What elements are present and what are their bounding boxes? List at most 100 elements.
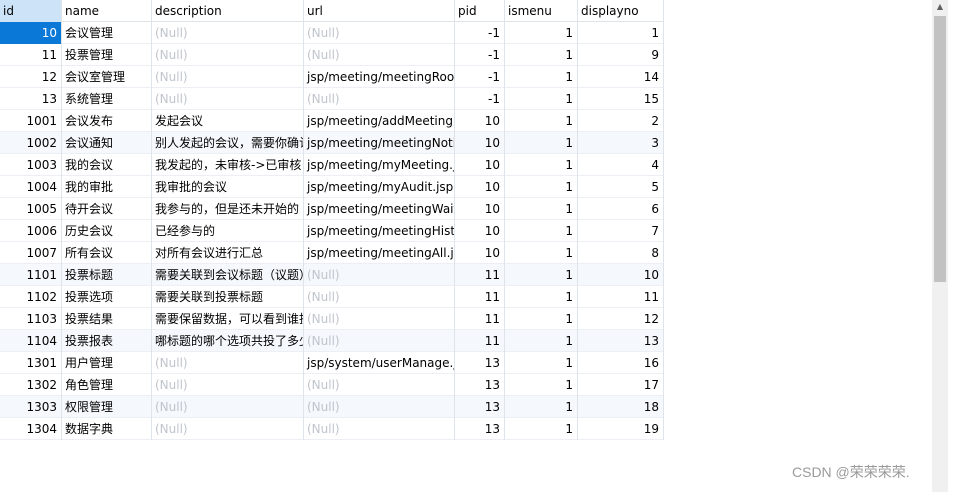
cell-pid[interactable]: 10 (455, 110, 505, 132)
cell-description[interactable]: 需要关联到投票标题 (152, 286, 304, 308)
table-row[interactable]: 1001 会议发布 发起会议 jsp/meeting/addMeeting. 10 1 2 (0, 110, 664, 132)
cell-description[interactable]: 对所有会议进行汇总 (152, 242, 304, 264)
cell-description[interactable]: (Null) (152, 88, 304, 110)
cell-pid[interactable]: 10 (455, 198, 505, 220)
cell-ismenu[interactable]: 1 (505, 396, 578, 418)
table-row[interactable]: 1303 权限管理 (Null) (Null) 13 1 18 (0, 396, 664, 418)
cell-pid[interactable]: 11 (455, 286, 505, 308)
cell-id[interactable]: 1104 (0, 330, 62, 352)
cell-name[interactable]: 投票结果 (62, 308, 152, 330)
cell-url[interactable]: jsp/meeting/myMeeting.js (304, 154, 455, 176)
cell-name[interactable]: 历史会议 (62, 220, 152, 242)
cell-url[interactable]: jsp/meeting/meetingWait (304, 198, 455, 220)
cell-name[interactable]: 系统管理 (62, 88, 152, 110)
data-grid[interactable]: id name description url pid ismenu displ… (0, 0, 664, 440)
cell-ismenu[interactable]: 1 (505, 176, 578, 198)
cell-pid[interactable]: 11 (455, 264, 505, 286)
table-row[interactable]: 1002 会议通知 别人发起的会议，需要你确认 jsp/meeting/meeting… (0, 132, 664, 154)
cell-displayno[interactable]: 3 (578, 132, 664, 154)
cell-displayno[interactable]: 9 (578, 44, 664, 66)
cell-url[interactable]: jsp/meeting/meetingRoor (304, 66, 455, 88)
cell-description[interactable]: 已经参与的 (152, 220, 304, 242)
table-row[interactable]: 10 会议管理 (Null) (Null) -1 1 1 (0, 22, 664, 44)
cell-description[interactable]: (Null) (152, 396, 304, 418)
column-header-pid[interactable]: pid (455, 0, 505, 22)
cell-displayno[interactable]: 4 (578, 154, 664, 176)
cell-id[interactable]: 1103 (0, 308, 62, 330)
cell-pid[interactable]: -1 (455, 44, 505, 66)
cell-description[interactable]: (Null) (152, 22, 304, 44)
cell-pid[interactable]: 13 (455, 396, 505, 418)
cell-displayno[interactable]: 12 (578, 308, 664, 330)
cell-description[interactable]: (Null) (152, 374, 304, 396)
cell-id[interactable]: 1303 (0, 396, 62, 418)
cell-description[interactable]: 我审批的会议 (152, 176, 304, 198)
cell-description[interactable]: 哪标题的哪个选项共投了多少 (152, 330, 304, 352)
cell-id[interactable]: 1302 (0, 374, 62, 396)
cell-pid[interactable]: 10 (455, 176, 505, 198)
cell-displayno[interactable]: 13 (578, 330, 664, 352)
cell-id[interactable]: 11 (0, 44, 62, 66)
cell-pid[interactable]: -1 (455, 22, 505, 44)
cell-ismenu[interactable]: 1 (505, 264, 578, 286)
cell-id[interactable]: 12 (0, 66, 62, 88)
cell-pid[interactable]: 10 (455, 132, 505, 154)
cell-displayno[interactable]: 16 (578, 352, 664, 374)
cell-id[interactable]: 1002 (0, 132, 62, 154)
cell-id[interactable]: 1005 (0, 198, 62, 220)
cell-displayno[interactable]: 15 (578, 88, 664, 110)
cell-displayno[interactable]: 8 (578, 242, 664, 264)
cell-url[interactable]: (Null) (304, 264, 455, 286)
cell-id[interactable]: 13 (0, 88, 62, 110)
cell-name[interactable]: 投票标题 (62, 264, 152, 286)
cell-ismenu[interactable]: 1 (505, 198, 578, 220)
cell-name[interactable]: 投票报表 (62, 330, 152, 352)
cell-url[interactable]: (Null) (304, 418, 455, 440)
cell-ismenu[interactable]: 1 (505, 220, 578, 242)
cell-ismenu[interactable]: 1 (505, 44, 578, 66)
cell-displayno[interactable]: 11 (578, 286, 664, 308)
cell-id[interactable]: 1001 (0, 110, 62, 132)
cell-pid[interactable]: 10 (455, 154, 505, 176)
cell-displayno[interactable]: 17 (578, 374, 664, 396)
scrollbar-thumb[interactable] (934, 16, 946, 282)
cell-pid[interactable]: 11 (455, 308, 505, 330)
cell-name[interactable]: 角色管理 (62, 374, 152, 396)
cell-name[interactable]: 待开会议 (62, 198, 152, 220)
cell-displayno[interactable]: 10 (578, 264, 664, 286)
cell-displayno[interactable]: 5 (578, 176, 664, 198)
cell-id[interactable]: 1102 (0, 286, 62, 308)
cell-ismenu[interactable]: 1 (505, 66, 578, 88)
table-row[interactable]: 1304 数据字典 (Null) (Null) 13 1 19 (0, 418, 664, 440)
cell-name[interactable]: 投票选项 (62, 286, 152, 308)
cell-ismenu[interactable]: 1 (505, 132, 578, 154)
cell-ismenu[interactable]: 1 (505, 418, 578, 440)
column-header-url[interactable]: url (304, 0, 455, 22)
cell-pid[interactable]: -1 (455, 66, 505, 88)
cell-name[interactable]: 数据字典 (62, 418, 152, 440)
cell-name[interactable]: 权限管理 (62, 396, 152, 418)
cell-url[interactable]: (Null) (304, 22, 455, 44)
cell-displayno[interactable]: 19 (578, 418, 664, 440)
column-header-displayno[interactable]: displayno (578, 0, 664, 22)
cell-displayno[interactable]: 1 (578, 22, 664, 44)
table-row[interactable]: 11 投票管理 (Null) (Null) -1 1 9 (0, 44, 664, 66)
cell-ismenu[interactable]: 1 (505, 110, 578, 132)
table-row[interactable]: 13 系统管理 (Null) (Null) -1 1 15 (0, 88, 664, 110)
cell-id[interactable]: 1101 (0, 264, 62, 286)
cell-ismenu[interactable]: 1 (505, 88, 578, 110)
cell-name[interactable]: 用户管理 (62, 352, 152, 374)
cell-url[interactable]: jsp/system/userManage.js (304, 352, 455, 374)
cell-pid[interactable]: 13 (455, 374, 505, 396)
cell-description[interactable]: 需要保留数据，可以看到谁投 (152, 308, 304, 330)
cell-name[interactable]: 会议通知 (62, 132, 152, 154)
cell-description[interactable]: 我发起的，未审核->已审核 (152, 154, 304, 176)
cell-description[interactable]: 发起会议 (152, 110, 304, 132)
column-header-ismenu[interactable]: ismenu (505, 0, 578, 22)
cell-displayno[interactable]: 2 (578, 110, 664, 132)
cell-name[interactable]: 所有会议 (62, 242, 152, 264)
cell-description[interactable]: (Null) (152, 352, 304, 374)
cell-url[interactable]: jsp/meeting/addMeeting. (304, 110, 455, 132)
cell-url[interactable]: jsp/meeting/meetingNoti (304, 132, 455, 154)
cell-name[interactable]: 会议发布 (62, 110, 152, 132)
